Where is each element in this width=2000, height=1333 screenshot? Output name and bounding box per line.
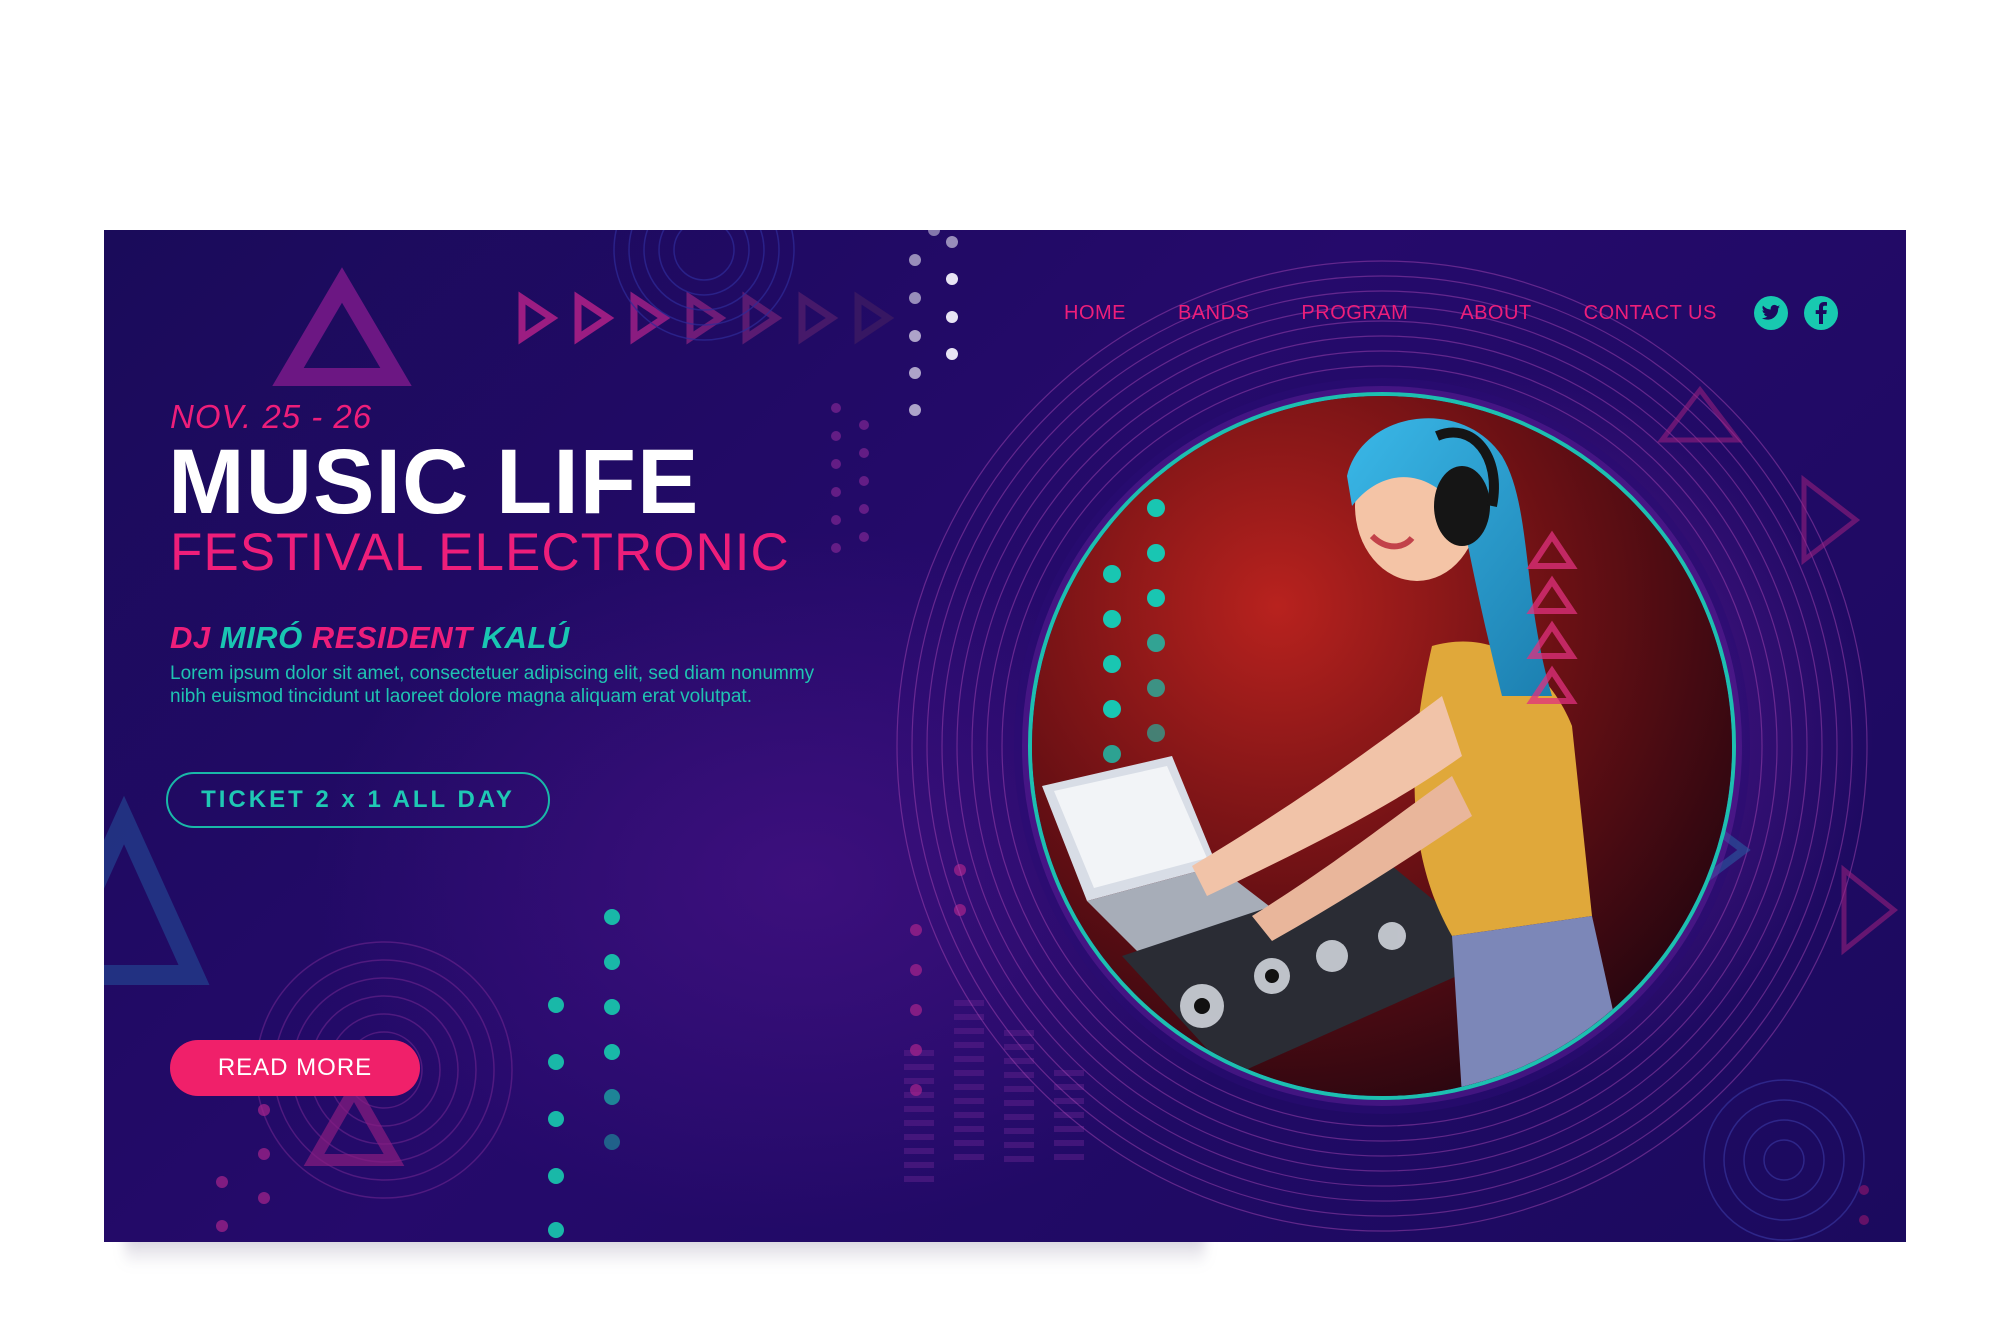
nav-contact-us[interactable]: CONTACT US bbox=[1584, 302, 1717, 325]
facebook-icon[interactable] bbox=[1804, 296, 1838, 330]
page-subtitle: FESTIVAL ELECTRONIC bbox=[170, 523, 790, 582]
dj-line-part: RESIDENT bbox=[302, 620, 482, 655]
main-nav: HOME BANDS PROGRAM ABOUT CONTACT US bbox=[1064, 302, 1769, 325]
nav-about[interactable]: ABOUT bbox=[1460, 302, 1531, 325]
dj-name-kalu: KALÚ bbox=[481, 620, 570, 655]
dj-name-miro: MIRÓ bbox=[219, 620, 303, 655]
dj-line-part: DJ bbox=[170, 620, 220, 655]
page-title: MUSIC LIFE bbox=[168, 431, 700, 533]
social-links bbox=[1754, 296, 1838, 330]
dj-lineup: DJ MIRÓ RESIDENT KALÚ bbox=[170, 620, 570, 656]
hero-description: Lorem ipsum dolor sit amet, consectetuer… bbox=[170, 663, 815, 707]
dj-photo bbox=[1028, 392, 1736, 1100]
twitter-icon[interactable] bbox=[1754, 296, 1788, 330]
nav-bands[interactable]: BANDS bbox=[1178, 302, 1249, 325]
landing-page-card: HOME BANDS PROGRAM ABOUT CONTACT US NOV.… bbox=[104, 230, 1906, 1242]
nav-program[interactable]: PROGRAM bbox=[1301, 302, 1408, 325]
read-more-button[interactable]: READ MORE bbox=[170, 1040, 420, 1096]
ticket-button[interactable]: TICKET 2 x 1 ALL DAY bbox=[166, 772, 550, 828]
nav-home[interactable]: HOME bbox=[1064, 302, 1126, 325]
dj-photo-illustration bbox=[1032, 396, 1732, 1096]
